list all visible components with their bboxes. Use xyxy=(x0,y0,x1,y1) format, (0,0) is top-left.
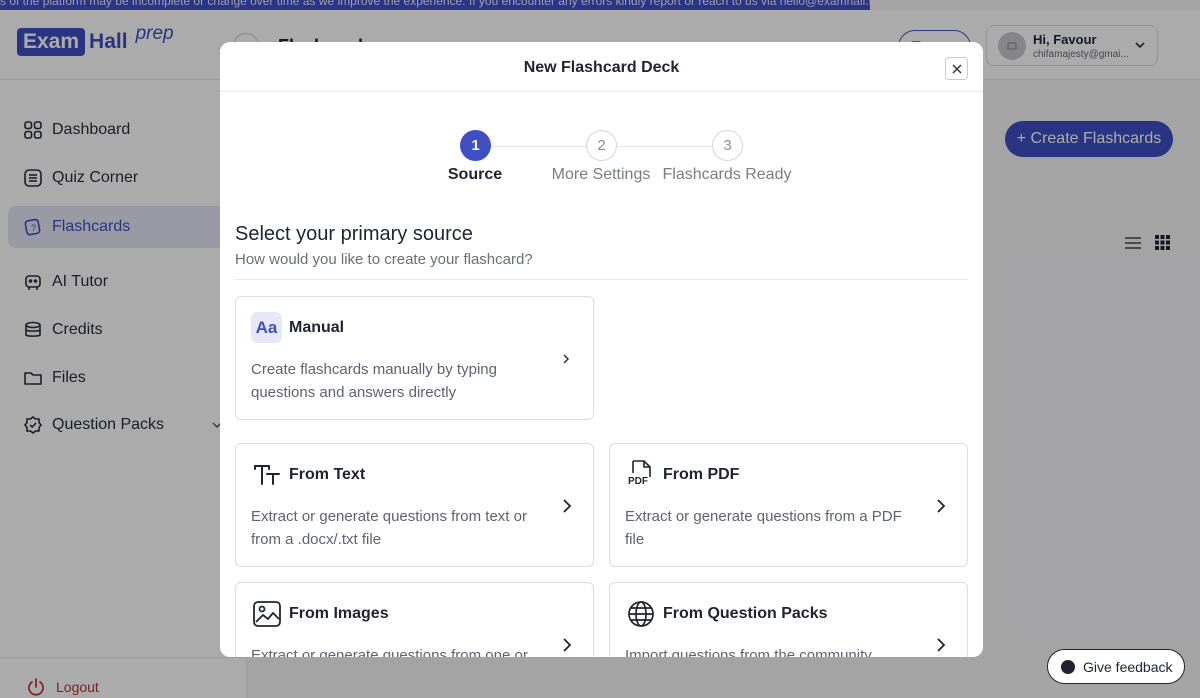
chevron-right-icon xyxy=(937,638,946,652)
chevron-right-icon xyxy=(937,499,946,513)
option-description: Create flashcards manually by typing que… xyxy=(251,361,497,401)
step-2-indicator: 2 xyxy=(586,130,617,161)
source-option-from-pdf[interactable]: PDF From PDF Extract or generate questio… xyxy=(609,443,968,567)
option-description: Extract or generate questions from text … xyxy=(251,508,527,548)
option-description: Extract or generate questions from one o… xyxy=(251,647,528,657)
chevron-right-icon xyxy=(563,499,572,513)
source-option-from-images[interactable]: From Images Extract or generate question… xyxy=(235,582,594,657)
manual-icon: Aa xyxy=(251,312,282,343)
modal-header: New Flashcard Deck xyxy=(220,42,983,92)
source-option-from-question-packs[interactable]: From Question Packs Import questions fro… xyxy=(609,582,968,657)
modal-title: New Flashcard Deck xyxy=(523,59,680,76)
pdf-label: PDF xyxy=(628,476,648,487)
option-title: From Images xyxy=(289,605,389,622)
globe-icon xyxy=(625,598,656,629)
step-1-indicator: 1 xyxy=(460,130,491,161)
chevron-right-icon xyxy=(563,354,570,364)
step-1-label: Source xyxy=(447,166,503,183)
feedback-icon xyxy=(1061,659,1075,674)
option-description: Extract or generate questions from a PDF… xyxy=(625,508,902,548)
image-icon xyxy=(251,598,282,629)
chevron-right-icon xyxy=(563,638,572,652)
step-3-indicator: 3 xyxy=(712,130,743,161)
option-title: From Question Packs xyxy=(663,605,828,622)
step-3-label: Flashcards Ready xyxy=(662,166,792,183)
option-description: Import questions from the community ques… xyxy=(625,647,872,657)
source-option-from-text[interactable]: From Text Extract or generate questions … xyxy=(235,443,594,567)
option-title: From Text xyxy=(289,466,366,483)
option-title: Manual xyxy=(289,319,345,336)
section-divider xyxy=(235,279,968,280)
stepper-connector xyxy=(617,146,712,147)
aa-badge: Aa xyxy=(251,312,282,343)
stepper-connector xyxy=(491,146,586,147)
step-2-label: More Settings xyxy=(551,166,651,183)
section-title: Select your primary source xyxy=(235,223,473,245)
give-feedback-button[interactable]: Give feedback xyxy=(1047,649,1185,684)
text-size-icon xyxy=(251,459,282,490)
close-icon xyxy=(952,64,961,73)
section-subtitle: How would you like to create your flashc… xyxy=(235,251,533,268)
feedback-label: Give feedback xyxy=(1083,658,1173,675)
source-option-manual[interactable]: Aa Manual Create flashcards manually by … xyxy=(235,296,594,420)
option-title: From PDF xyxy=(663,466,740,483)
new-flashcard-deck-modal: New Flashcard Deck 1 Source 2 More Setti… xyxy=(220,42,983,657)
close-button[interactable] xyxy=(945,57,968,80)
